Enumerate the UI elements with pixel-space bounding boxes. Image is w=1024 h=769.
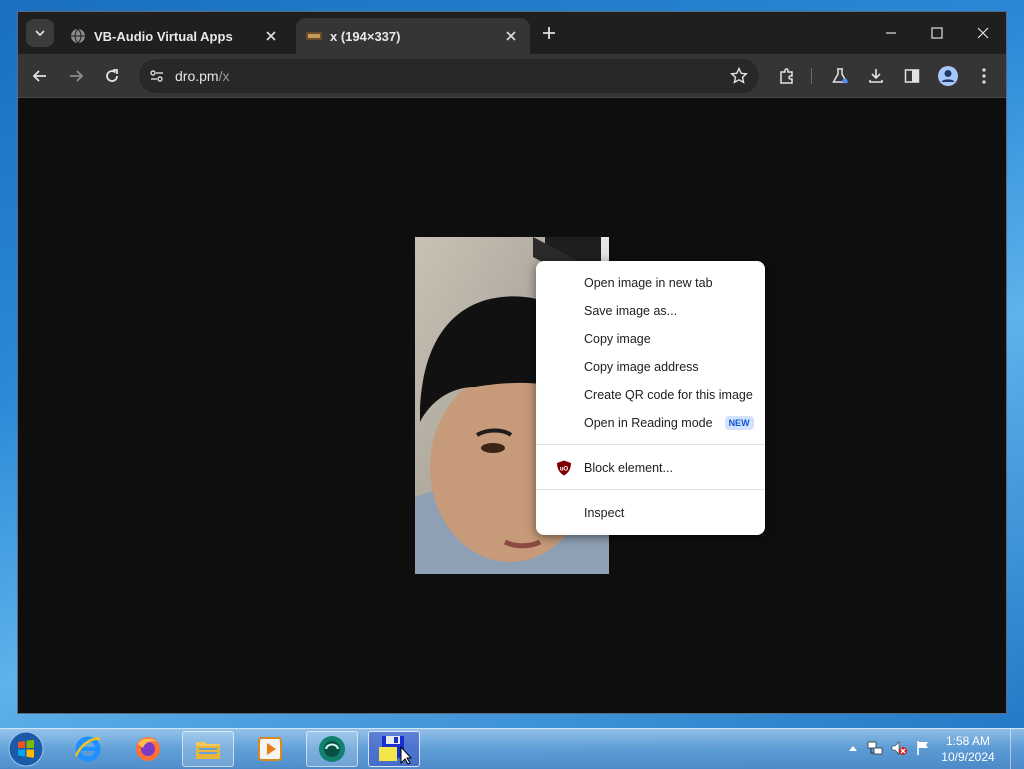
globe-icon [70,28,86,44]
menu-item-copy-image[interactable]: Copy image [536,326,765,352]
close-tab-icon[interactable] [262,27,280,45]
context-menu: Open image in new tab Save image as... C… [536,261,765,535]
tab-title: x (194×337) [330,28,401,44]
start-button[interactable] [6,730,46,768]
menu-divider [536,489,765,490]
side-panel-button[interactable] [898,62,926,90]
taskbar-firefox[interactable] [122,731,174,767]
windows-logo-icon [8,731,44,767]
avatar-icon [938,66,958,86]
menu-item-inspect[interactable]: Inspect [536,500,765,526]
menu-item-block-element[interactable]: uO Block element... [536,455,765,481]
firefox-icon [136,737,160,761]
network-tray-icon[interactable] [866,739,884,757]
reload-icon [106,69,118,82]
arrow-left-icon [32,70,46,82]
chevron-up-icon [849,746,857,751]
maximize-icon [931,27,943,39]
menu-item-label: Copy image [584,332,651,346]
minimize-icon [886,32,896,34]
browser-toolbar: dro.pm/x [18,54,1006,98]
chevron-down-icon [35,30,45,37]
side-panel-icon [904,69,920,83]
app-icon [319,736,345,762]
kebab-menu-icon [982,68,986,84]
menu-item-label: Save image as... [584,304,678,318]
internet-explorer-icon [74,736,101,762]
network-icon [867,741,883,755]
menu-item-create-qr-code[interactable]: Create QR code for this image [536,382,765,408]
browser-window: VB-Audio Virtual Apps x (194×337) dro.pm… [17,11,1007,714]
reload-button[interactable] [98,62,126,90]
toolbar-separator [811,68,812,84]
download-icon [869,69,883,83]
flask-icon [832,68,848,84]
back-button[interactable] [26,62,54,90]
close-window-button[interactable] [961,18,1005,48]
minimize-button[interactable] [869,18,913,48]
menu-item-label: Open in Reading mode [584,416,713,430]
tab-title: VB-Audio Virtual Apps [94,28,233,44]
menu-item-copy-image-address[interactable]: Copy image address [536,354,765,380]
action-center-tray-icon[interactable] [914,739,932,757]
volume-tray-icon[interactable] [890,739,908,757]
menu-button[interactable] [970,62,998,90]
extensions-button[interactable] [773,62,801,90]
labs-button[interactable] [826,62,854,90]
taskbar-app[interactable] [306,731,358,767]
close-tab-icon[interactable] [502,27,520,45]
menu-item-label: Open image in new tab [584,276,713,290]
save-app-icon [379,736,412,765]
file-explorer-icon [196,742,220,759]
url-text: dro.pm/x [175,68,229,84]
menu-item-label: Copy image address [584,360,699,374]
show-hidden-icons-button[interactable] [844,739,862,757]
taskbar-media-player[interactable] [244,731,296,767]
system-clock[interactable]: 1:58 AM 10/9/2024 [938,733,998,765]
ublock-origin-icon: uO [557,460,571,476]
profile-button[interactable] [934,62,962,90]
show-desktop-button[interactable] [1010,729,1024,769]
clock-date: 10/9/2024 [941,750,995,764]
new-tab-button[interactable] [538,22,560,44]
volume-muted-icon [891,741,907,755]
page-content [18,98,1006,713]
menu-divider [536,444,765,445]
tab-strip: VB-Audio Virtual Apps x (194×337) [18,12,1006,54]
forward-button[interactable] [62,62,90,90]
menu-item-label: Create QR code for this image [584,388,753,402]
taskbar-file-explorer[interactable] [182,731,234,767]
maximize-button[interactable] [915,18,959,48]
image-icon [306,28,322,44]
svg-text:uO: uO [560,467,569,473]
clock-time: 1:58 AM [945,734,991,748]
menu-item-open-reading-mode[interactable]: Open in Reading mode NEW [536,410,765,436]
taskbar: 1:58 AM 10/9/2024 [0,728,1024,769]
address-bar[interactable]: dro.pm/x [139,59,759,93]
close-icon [977,27,989,39]
tab-search-button[interactable] [26,19,54,47]
plus-icon [543,27,555,39]
bookmark-star-icon[interactable] [727,64,751,88]
flag-icon [917,741,928,755]
menu-item-save-image-as[interactable]: Save image as... [536,298,765,324]
tab-vb-audio[interactable]: VB-Audio Virtual Apps [60,18,290,54]
tab-image[interactable]: x (194×337) [296,18,530,54]
url-path: /x [218,68,230,84]
menu-item-label: Inspect [584,506,625,520]
menu-item-open-image-new-tab[interactable]: Open image in new tab [536,270,765,296]
desktop: VB-Audio Virtual Apps x (194×337) dro.pm… [0,0,1024,769]
new-badge: NEW [724,416,754,430]
media-player-icon [258,737,282,761]
taskbar-save-app[interactable] [368,731,420,767]
taskbar-internet-explorer[interactable] [62,731,114,767]
arrow-right-icon [70,70,84,82]
site-settings-icon[interactable] [149,68,165,84]
downloads-button[interactable] [862,62,890,90]
menu-item-label: Block element... [584,461,673,475]
puzzle-piece-icon [780,68,793,84]
url-domain: dro.pm [175,68,219,84]
